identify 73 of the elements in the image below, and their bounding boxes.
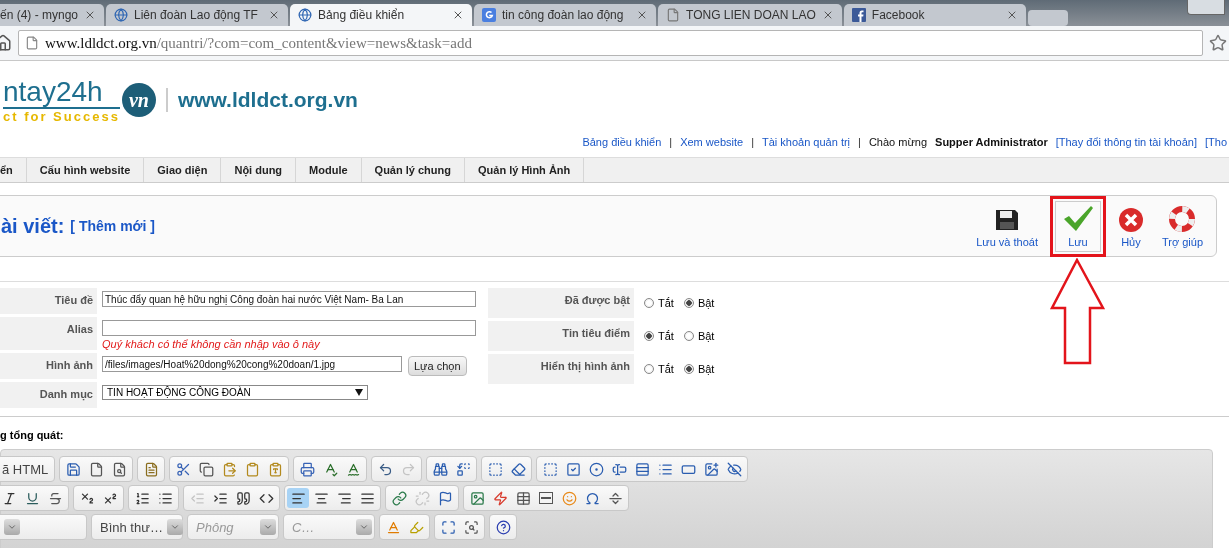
caret-icon	[7, 522, 17, 532]
choose-button[interactable]: Lựa chọn	[408, 356, 467, 376]
browser-tab[interactable]: Bảng điều khiển	[290, 4, 473, 26]
toolbar-button[interactable]: Lưu	[1054, 200, 1101, 252]
menu-item[interactable]: Module	[296, 158, 362, 182]
site-name: www.ldldct.org.vn	[165, 88, 358, 112]
google-icon	[482, 8, 497, 22]
greeting-text: Chào mừng	[868, 136, 928, 148]
radio-label: Bật	[697, 330, 715, 342]
menu-item[interactable]: Quản lý Hình Ảnh	[465, 158, 585, 182]
caret-icon	[169, 522, 180, 532]
header-link[interactable]: [Tho	[1205, 136, 1227, 148]
greeting-text: Supper Administrator	[935, 136, 1048, 148]
field-label: Hiển thị hình ảnh	[488, 354, 634, 384]
close-icon	[1117, 206, 1144, 233]
caret-icon	[359, 522, 369, 532]
radio-label: Bật	[697, 297, 715, 309]
facebook-icon	[851, 8, 866, 22]
menu-item[interactable]: ển	[0, 158, 27, 182]
address-bar[interactable]: www.ldldct.org.vn/quantri/?com=com_content&view=news&task=add	[18, 30, 1203, 56]
menu-item[interactable]: Nội dung	[221, 158, 297, 182]
menu-item[interactable]: Quản lý chung	[361, 158, 465, 182]
header-link[interactable]: [Thay đổi thông tin tài khoản]	[1055, 136, 1197, 148]
caret-icon	[355, 389, 363, 396]
field-label: Đã được bật	[488, 288, 634, 318]
radio-button[interactable]	[644, 331, 654, 341]
field-label: Alias	[0, 317, 97, 350]
radio-label: Tắt	[658, 297, 674, 309]
field-label: Danh mục	[0, 382, 97, 408]
radio-button[interactable]	[644, 298, 654, 308]
header-link[interactable]: Bảng điều khiển	[582, 136, 662, 148]
browser-tab[interactable]: TONG LIEN DOAN LAO	[658, 4, 842, 26]
source-button[interactable]: ã HTML	[0, 461, 53, 477]
page-icon	[25, 36, 39, 50]
globe-icon	[114, 8, 129, 22]
dropdown-field[interactable]: TIN HOẠT ĐỘNG CÔNG ĐOÀN	[102, 385, 368, 400]
field-label: Tin tiêu điểm	[488, 321, 634, 351]
lifebuoy-icon	[1168, 204, 1197, 233]
radio-button[interactable]	[644, 364, 654, 374]
radio-button[interactable]	[683, 298, 694, 308]
separator: |	[858, 136, 861, 148]
page-subtitle: [ Thêm mới ]	[70, 218, 155, 234]
browser-tab[interactable]: Facebook	[843, 4, 1026, 26]
menu-item[interactable]: Giao diện	[144, 158, 222, 182]
bookmark-star-icon[interactable]	[1209, 34, 1227, 52]
text-field[interactable]: /files/images/Hoat%20dong%20cong%20doan/1.jpg	[102, 356, 402, 372]
separator: |	[669, 136, 673, 148]
radio-label: Tắt	[658, 330, 674, 342]
radio-button[interactable]	[683, 364, 694, 374]
header-link[interactable]: Xem website	[680, 136, 744, 148]
hint-text: Quý khách có thể không cần nhập vào ô này	[102, 338, 321, 350]
highlight-frame	[1049, 195, 1106, 257]
text-field[interactable]: Thúc đẩy quan hệ hữu nghị Công đoàn hai nước Việt Nam- Ba Lan	[102, 291, 476, 307]
window-controls[interactable]	[1187, 0, 1225, 15]
field-label: Hình ảnh	[0, 353, 97, 379]
page-title: ài viết:	[0, 214, 65, 238]
dropdown-field[interactable]: Bình thư…	[94, 517, 180, 537]
caret-icon	[263, 522, 273, 532]
browser-tab[interactable]: ến (4) - myngo	[0, 4, 105, 26]
menu-item[interactable]: Cấu hình website	[26, 158, 145, 182]
header-link[interactable]: Tài khoản quản trị	[762, 136, 851, 148]
field-label: Tiêu đề	[0, 288, 97, 314]
radio-label: Bật	[697, 363, 715, 375]
radio-button[interactable]	[683, 331, 694, 341]
browser-tab[interactable]: Liên đoàn Lao động TF	[106, 4, 289, 26]
radio-label: Tắt	[658, 363, 674, 375]
logo: ntay24h ct for Success vn	[0, 75, 156, 125]
separator: |	[751, 136, 754, 148]
text-field[interactable]	[102, 320, 476, 336]
page-icon	[666, 8, 681, 22]
browser-tab[interactable]: tin công đoàn lao động	[474, 4, 657, 26]
section-label: g tổng quát:	[0, 429, 65, 441]
globe-icon	[298, 8, 313, 22]
